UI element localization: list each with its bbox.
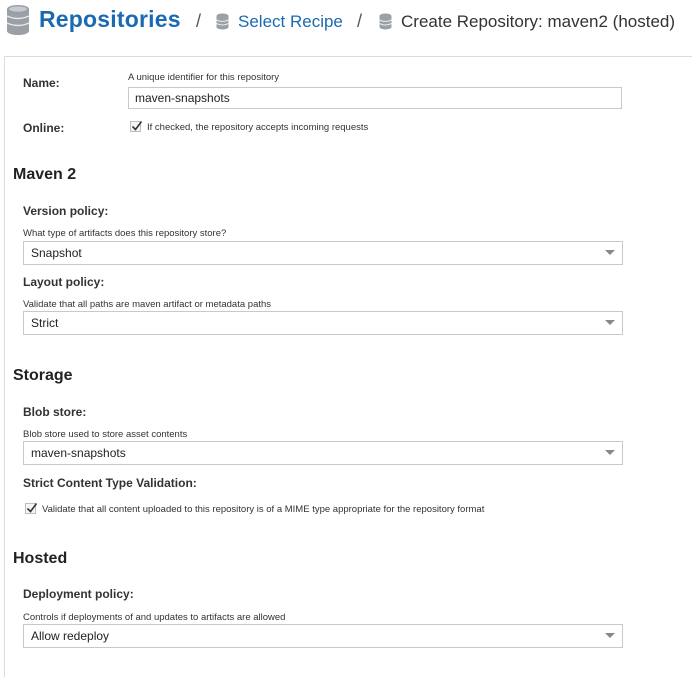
database-icon <box>6 4 30 41</box>
section-maven2: Maven 2 <box>13 166 77 183</box>
online-help: If checked, the repository accepts incom… <box>147 122 369 133</box>
layout-policy-value: Strict <box>31 316 59 330</box>
database-icon <box>216 13 229 35</box>
name-help: A unique identifier for this repository <box>128 72 280 83</box>
blob-store-label: Blob store: <box>23 405 87 419</box>
layout-policy-select[interactable]: Strict <box>23 311 623 335</box>
breadcrumb: Repositories / Select Recipe / Create Re… <box>0 0 692 44</box>
deployment-policy-label: Deployment policy: <box>23 587 134 601</box>
deployment-policy-select[interactable]: Allow redeploy <box>23 624 623 648</box>
online-checkbox[interactable] <box>130 121 143 132</box>
strict-validation-help: Validate that all content uploaded to th… <box>42 504 485 515</box>
version-policy-value: Snapshot <box>31 246 82 260</box>
breadcrumb-separator: / <box>357 11 363 31</box>
form-panel <box>4 56 692 677</box>
checkmark-icon <box>26 503 38 513</box>
breadcrumb-separator: / <box>196 11 202 31</box>
checkmark-icon <box>131 121 143 131</box>
section-hosted: Hosted <box>13 550 68 567</box>
strict-validation-label: Strict Content Type Validation: <box>23 476 197 490</box>
deployment-policy-value: Allow redeploy <box>31 629 110 643</box>
section-storage: Storage <box>13 367 73 384</box>
online-label: Online: <box>23 121 65 135</box>
breadcrumb-repositories[interactable]: Repositories <box>39 6 181 33</box>
name-input[interactable]: maven-snapshots <box>128 87 622 109</box>
dropdown-caret-icon <box>605 320 615 325</box>
strict-validation-checkbox[interactable] <box>25 503 38 514</box>
database-icon <box>379 13 392 35</box>
version-policy-label: Version policy: <box>23 204 109 218</box>
blob-store-select[interactable]: maven-snapshots <box>23 441 623 465</box>
layout-policy-label: Layout policy: <box>23 275 105 289</box>
breadcrumb-current: Create Repository: maven2 (hosted) <box>401 12 676 31</box>
name-label: Name: <box>23 76 60 90</box>
breadcrumb-select-recipe[interactable]: Select Recipe <box>238 12 343 32</box>
deployment-policy-help: Controls if deployments of and updates t… <box>23 612 286 623</box>
dropdown-caret-icon <box>605 633 615 638</box>
version-policy-select[interactable]: Snapshot <box>23 241 623 265</box>
version-policy-help: What type of artifacts does this reposit… <box>23 228 227 239</box>
dropdown-caret-icon <box>605 450 615 455</box>
blob-store-value: maven-snapshots <box>31 446 126 460</box>
layout-policy-help: Validate that all paths are maven artifa… <box>23 299 272 310</box>
blob-store-help: Blob store used to store asset contents <box>23 429 188 440</box>
dropdown-caret-icon <box>605 250 615 255</box>
